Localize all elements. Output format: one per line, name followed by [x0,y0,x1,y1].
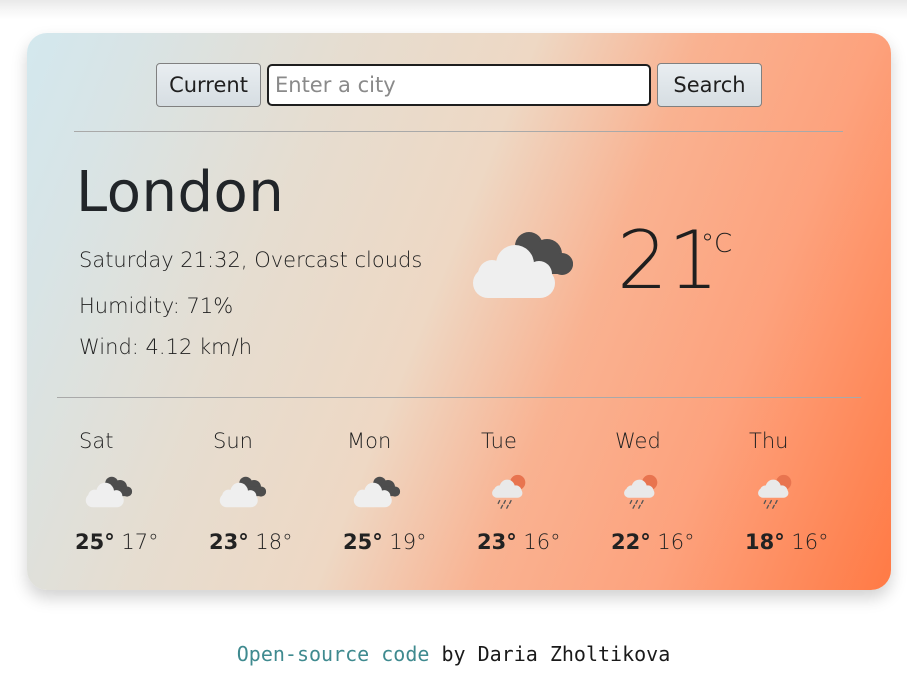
forecast-day: Tue 23° 16° [477,427,591,567]
divider [74,131,843,132]
footer: Open-source code by Daria Zholtikova [0,640,907,668]
forecast-min: 16° [523,530,561,554]
temperature-unit: °C [701,229,733,259]
author-credit: by Daria Zholtikova [441,642,671,666]
forecast-day-name: Tue [481,429,517,453]
city-name: London [76,160,285,225]
rain-sun-icon [619,473,669,511]
forecast-min: 19° [389,530,427,554]
current-location-button[interactable]: Current [156,63,261,107]
humidity-value: 71 [186,294,214,318]
city-search-input[interactable] [267,64,651,106]
forecast-day: Wed 22° 16° [611,427,725,567]
date-description: Saturday 21:32, Overcast clouds [79,248,423,272]
forecast-day-name: Thu [749,429,789,453]
forecast-day: Sat 25° 17° [75,427,189,567]
weather-description: Overcast clouds [254,248,423,272]
divider [57,397,861,398]
rain-sun-icon [753,473,803,511]
wind-value: 4.12 [145,335,193,359]
wind-unit: km/h [199,335,253,359]
forecast-max: 18° [745,530,785,554]
overcast-clouds-icon [217,473,267,511]
forecast-day: Thu 18° 16° [745,427,859,567]
forecast-temps: 25° 17° [75,528,159,556]
forecast-temps: 18° 16° [745,528,829,556]
forecast-max: 23° [209,530,249,554]
wind-label: Wind: [79,335,139,359]
forecast-temps: 23° 18° [209,528,293,556]
search-form: Current Search [27,63,891,109]
forecast-max: 23° [477,530,517,554]
forecast-day-name: Mon [347,429,392,453]
forecast-temps: 23° 16° [477,528,561,556]
humidity-unit: % [213,294,234,318]
forecast-max: 25° [75,530,115,554]
forecast-temps: 22° 16° [611,528,695,556]
weather-card: Current Search London Saturday 21:32, Ov… [27,33,891,590]
forecast-min: 16° [657,530,695,554]
forecast-temps: 25° 19° [343,528,427,556]
current-datetime: Saturday 21:32 [79,248,241,272]
forecast-max: 25° [343,530,383,554]
forecast-day-name: Wed [615,429,661,453]
humidity-label: Humidity: [79,294,180,318]
forecast-min: 16° [791,530,829,554]
current-temperature: 21 [617,214,719,307]
wind: Wind: 4.12 km/h [79,333,252,361]
rain-sun-icon [487,473,537,511]
forecast-day-name: Sun [213,429,253,453]
forecast-max: 22° [611,530,651,554]
humidity: Humidity: 71% [79,292,233,320]
forecast-day: Mon 25° 19° [343,427,457,567]
forecast-min: 17° [121,530,159,554]
overcast-clouds-icon [351,473,401,511]
forecast-day-name: Sat [79,429,114,453]
forecast-min: 18° [255,530,293,554]
forecast-day: Sun 23° 18° [209,427,323,567]
overcast-clouds-icon [83,473,133,511]
source-code-link[interactable]: Open-source code [237,642,430,666]
top-shadow [0,0,907,20]
search-button[interactable]: Search [657,63,762,107]
overcast-clouds-icon [467,228,575,302]
